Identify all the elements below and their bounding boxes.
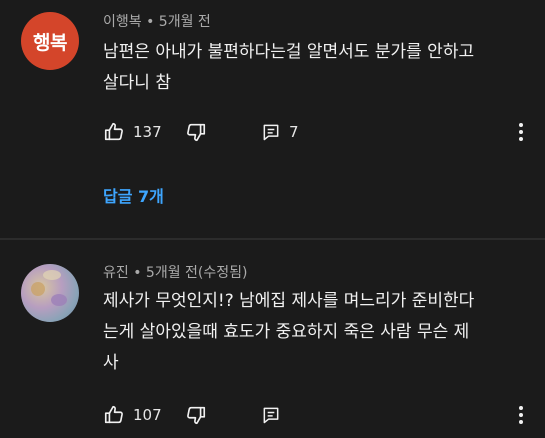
comment-text: 남편은 아내가 불편하다는걸 알면서도 분가를 안하고 살다니 참: [103, 37, 533, 99]
more-options-button[interactable]: [517, 401, 525, 429]
comment-text-line: 사: [103, 353, 119, 373]
dislike-button[interactable]: [185, 401, 207, 429]
reply-button[interactable]: 7: [261, 118, 299, 146]
reply-button[interactable]: [261, 401, 281, 429]
like-button[interactable]: 107: [103, 401, 162, 429]
comment-actions: 137 7: [103, 118, 533, 146]
like-count: 137: [133, 123, 162, 141]
more-vertical-icon: [517, 121, 525, 143]
reply-icon: [261, 405, 281, 425]
more-vertical-icon: [517, 404, 525, 426]
thumbs-down-icon: [185, 121, 207, 143]
thumbs-up-icon: [103, 404, 125, 426]
comment-text-line: 제사가 무엇인지!? 남에집 제사를 며느리가 준비한다: [103, 291, 475, 311]
reply-count: 7: [289, 123, 299, 141]
view-replies-link[interactable]: 답글 7개: [103, 183, 164, 207]
like-button[interactable]: 137: [103, 118, 162, 146]
dislike-button[interactable]: [185, 118, 207, 146]
comment-2: 유진 • 5개월 전(수정됨) 제사가 무엇인지!? 남에집 제사를 며느리가 …: [0, 240, 545, 438]
comment-text-line: 는게 살아있을때 효도가 중요하지 죽은 사람 무슨 제: [103, 322, 470, 342]
comment-meta[interactable]: 유진 • 5개월 전(수정됨): [103, 262, 247, 282]
comment-meta[interactable]: 이행복 • 5개월 전: [103, 11, 211, 31]
avatar[interactable]: 행복: [21, 12, 79, 70]
more-options-button[interactable]: [517, 118, 525, 146]
comment-1: 행복 이행복 • 5개월 전 남편은 아내가 불편하다는걸 알면서도 분가를 안…: [0, 0, 545, 238]
comment-text-line: 살다니 참: [103, 73, 171, 93]
thumbs-down-icon: [185, 404, 207, 426]
comment-actions: 107: [103, 401, 533, 429]
like-count: 107: [133, 406, 162, 424]
reply-icon: [261, 122, 281, 142]
thumbs-up-icon: [103, 121, 125, 143]
avatar[interactable]: [21, 264, 79, 322]
comment-text-line: 남편은 아내가 불편하다는걸 알면서도 분가를 안하고: [103, 42, 475, 62]
comment-text: 제사가 무엇인지!? 남에집 제사를 며느리가 준비한다 는게 살아있을때 효도…: [103, 286, 533, 379]
